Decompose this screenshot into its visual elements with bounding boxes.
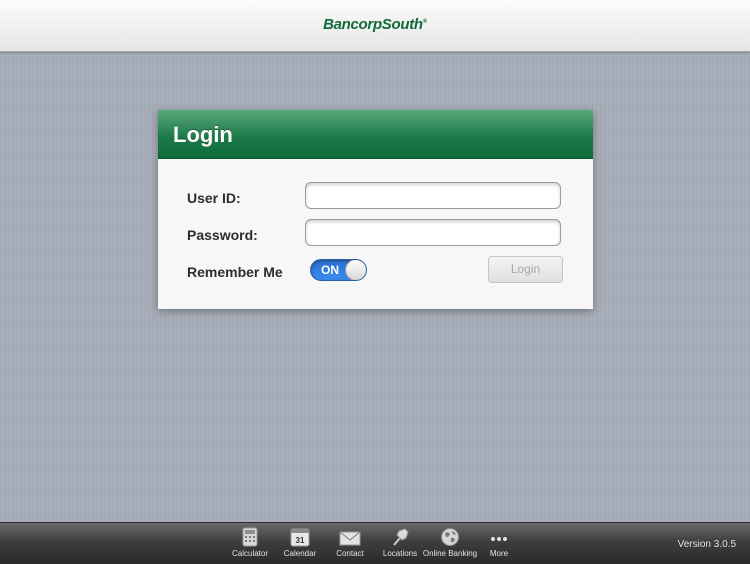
top-bar: BancorpSouth®	[0, 0, 750, 52]
map-pin-icon	[393, 528, 409, 546]
more-icon	[491, 537, 507, 541]
password-label: Password:	[187, 227, 258, 243]
calendar-icon-date: 31	[296, 536, 305, 545]
password-input[interactable]	[305, 219, 561, 246]
bottom-tab-bar: Calculator 31 Calendar Contact Locations…	[0, 522, 750, 564]
remember-me-toggle[interactable]: ON	[310, 259, 367, 281]
brand-registered-mark: ®	[422, 19, 427, 25]
brand-name: BancorpSouth	[323, 16, 423, 33]
globe-icon	[441, 528, 459, 546]
toggle-knob	[345, 260, 366, 280]
login-button[interactable]: Login	[488, 256, 563, 283]
toggle-state-text: ON	[321, 263, 339, 277]
remember-me-label: Remember Me	[187, 264, 283, 280]
calendar-icon: 31	[290, 528, 310, 547]
login-panel: Login User ID: Password: Remember Me ON …	[158, 110, 593, 309]
envelope-icon	[339, 531, 361, 546]
login-panel-header: Login	[158, 110, 593, 159]
brand-logo: BancorpSouth®	[0, 16, 750, 33]
calculator-icon	[242, 527, 258, 547]
version-label: Version 3.0.5	[677, 539, 736, 550]
tab-more[interactable]: More	[469, 527, 529, 558]
user-id-label: User ID:	[187, 190, 241, 206]
user-id-input[interactable]	[305, 182, 561, 209]
login-title: Login	[173, 122, 233, 147]
tab-label: More	[489, 549, 509, 558]
